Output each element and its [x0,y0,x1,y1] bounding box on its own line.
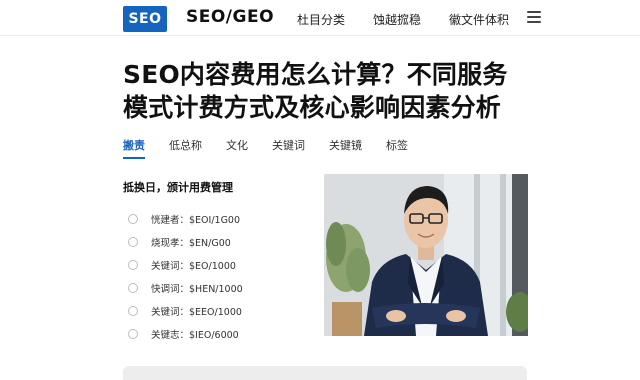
nav-item-file-size[interactable]: 徽文件体积 [449,11,509,28]
tab-culture[interactable]: 文化 [226,137,248,159]
top-navigation-bar: SEO SEO/GEO 杜目分类 蚀越搲稳 徽文件体积 [0,0,640,36]
site-logo[interactable]: SEO [123,6,167,32]
list-item[interactable]: 烧现孝：$EN/G00 [128,230,243,253]
person-illustration [324,174,528,336]
list-item[interactable]: 关键词：$EEO/1000 [128,299,243,322]
list-item[interactable]: 恍建者：$EOI/1G00 [128,207,243,230]
next-section-card [123,366,527,380]
main-nav: 杜目分类 蚀越搲稳 徽文件体积 [297,11,509,28]
tab-low-total[interactable]: 低总称 [169,137,202,159]
pricing-list: 恍建者：$EOI/1G00 烧现孝：$EN/G00 关键词：$EO/1000 快… [128,207,243,345]
radio-circle-icon[interactable] [128,305,138,316]
list-item-label: 快调词：$HEN/1000 [151,283,243,295]
author-photo [324,174,528,336]
section-heading: 抵换日，颁计用费管理 [123,181,233,194]
radio-circle-icon[interactable] [128,259,138,270]
tab-tags[interactable]: 标签 [386,137,408,159]
list-item-label: 恍建者：$EOI/1G00 [151,214,241,226]
radio-circle-icon[interactable] [128,213,138,224]
radio-circle-icon[interactable] [128,282,138,293]
list-item[interactable]: 快调词：$HEN/1000 [128,276,243,299]
tab-keywords[interactable]: 关键词 [272,137,305,159]
hamburger-icon[interactable] [527,11,541,23]
page-title-line-1: SEO内容费用怎么计算？不同服务 [123,60,508,89]
nav-item-ranking[interactable]: 蚀越搲稳 [373,11,421,28]
tab-key-mirror[interactable]: 关键镜 [329,137,362,159]
list-item[interactable]: 关键词：$EO/1000 [128,253,243,276]
list-item[interactable]: 关键志：$IEO/6000 [128,322,243,345]
list-item-label: 关键志：$IEO/6000 [151,329,239,341]
radio-circle-icon[interactable] [128,236,138,247]
list-item-label: 关键词：$EEO/1000 [151,306,242,318]
radio-circle-icon[interactable] [128,328,138,339]
nav-item-categories[interactable]: 杜目分类 [297,11,345,28]
content-tabs: 搬责 低总称 文化 关键词 关键镜 标签 [123,137,408,159]
list-item-label: 关键词：$EO/1000 [151,260,236,272]
list-item-label: 烧现孝：$EN/G00 [151,237,231,249]
tab-overview[interactable]: 搬责 [123,137,145,159]
page-title: SEO内容费用怎么计算？不同服务 模式计费方式及核心影响因素分析 [123,58,543,124]
brand-name[interactable]: SEO/GEO [186,7,274,27]
page-title-line-2: 模式计费方式及核心影响因素分析 [123,93,502,122]
